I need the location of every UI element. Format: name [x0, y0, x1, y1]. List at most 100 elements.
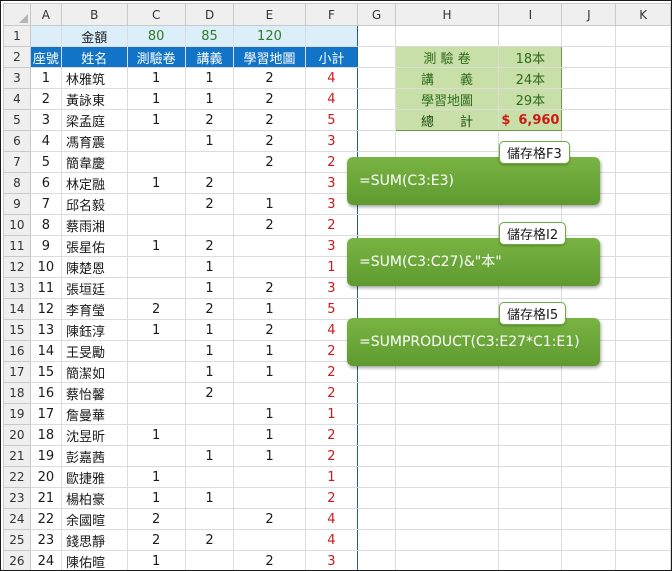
cell[interactable] — [615, 130, 671, 152]
cell[interactable] — [357, 403, 396, 425]
student-name-cell[interactable]: 黃詠東 — [60, 88, 128, 110]
map-cell[interactable]: 2 — [233, 508, 306, 530]
student-name-cell[interactable]: 馮育震 — [60, 130, 128, 152]
cell[interactable] — [615, 319, 671, 341]
row-header[interactable]: 3 — [3, 67, 31, 89]
cell[interactable] — [357, 508, 396, 530]
cell[interactable] — [394, 298, 500, 320]
cell[interactable] — [357, 298, 396, 320]
cell[interactable] — [615, 25, 671, 47]
handout-cell[interactable]: 2 — [184, 109, 235, 131]
table-header-e[interactable]: 學習地圖 — [233, 46, 306, 68]
student-name-cell[interactable]: 李育瑩 — [60, 298, 128, 320]
row-header[interactable]: 12 — [3, 256, 31, 278]
map-cell[interactable] — [233, 172, 306, 194]
cell[interactable] — [615, 67, 671, 89]
handout-cell[interactable]: 2 — [184, 382, 235, 404]
cell[interactable] — [394, 487, 500, 509]
subtotal-cell[interactable]: 5 — [304, 298, 359, 320]
cell[interactable] — [615, 529, 671, 551]
test-paper-cell[interactable]: 1 — [126, 67, 186, 89]
cell[interactable] — [357, 466, 396, 488]
cell[interactable] — [357, 109, 396, 131]
cell[interactable] — [394, 130, 500, 152]
test-paper-cell[interactable]: 1 — [126, 466, 186, 488]
row-header[interactable]: 8 — [3, 172, 31, 194]
test-paper-cell[interactable] — [126, 445, 186, 467]
cell[interactable] — [394, 466, 500, 488]
map-cell[interactable]: 1 — [233, 193, 306, 215]
column-header-a[interactable]: A — [29, 3, 62, 26]
handout-cell[interactable]: 2 — [184, 298, 235, 320]
student-name-cell[interactable]: 張垣廷 — [60, 277, 128, 299]
table-header-c[interactable]: 測驗卷 — [126, 46, 186, 68]
row-header[interactable]: 20 — [3, 424, 31, 446]
column-header-b[interactable]: B — [60, 3, 128, 26]
cell[interactable] — [498, 25, 563, 47]
map-cell[interactable]: 1 — [233, 361, 306, 383]
subtotal-cell[interactable]: 4 — [304, 508, 359, 530]
student-name-cell[interactable]: 蔡雨湘 — [60, 214, 128, 236]
seat-number-cell[interactable]: 23 — [29, 529, 62, 551]
seat-number-cell[interactable]: 10 — [29, 256, 62, 278]
seat-number-cell[interactable]: 15 — [29, 361, 62, 383]
student-name-cell[interactable]: 余國暄 — [60, 508, 128, 530]
cell[interactable] — [561, 214, 617, 236]
student-name-cell[interactable]: 陳鈺淳 — [60, 319, 128, 341]
row-header[interactable]: 5 — [3, 109, 31, 131]
handout-cell[interactable] — [184, 466, 235, 488]
handout-cell[interactable]: 1 — [184, 88, 235, 110]
test-paper-cell[interactable]: 1 — [126, 109, 186, 131]
cell[interactable] — [615, 508, 671, 530]
subtotal-cell[interactable]: 2 — [304, 424, 359, 446]
handout-cell[interactable]: 1 — [184, 67, 235, 89]
test-paper-cell[interactable]: 2 — [126, 508, 186, 530]
summary-label-cell[interactable]: 測 驗 卷 — [394, 46, 500, 68]
handout-cell[interactable] — [184, 403, 235, 425]
cell[interactable] — [615, 277, 671, 299]
map-cell[interactable]: 1 — [233, 445, 306, 467]
student-name-cell[interactable]: 王旻勵 — [60, 340, 128, 362]
cell[interactable] — [615, 235, 671, 257]
map-cell[interactable] — [233, 256, 306, 278]
column-header-c[interactable]: C — [126, 3, 186, 26]
total-value-cell[interactable]: $6,960 — [498, 109, 563, 131]
map-cell[interactable]: 2 — [233, 550, 306, 570]
test-paper-cell[interactable] — [126, 256, 186, 278]
cell[interactable] — [357, 550, 396, 570]
cell[interactable] — [357, 214, 396, 236]
cell[interactable] — [615, 340, 671, 362]
test-paper-cell[interactable]: 1 — [126, 424, 186, 446]
subtotal-cell[interactable]: 2 — [304, 214, 359, 236]
cell[interactable] — [394, 508, 500, 530]
handout-cell[interactable]: 1 — [184, 256, 235, 278]
column-header-e[interactable]: E — [233, 3, 306, 26]
cell[interactable] — [498, 508, 563, 530]
column-header-h[interactable]: H — [394, 3, 500, 26]
cell[interactable] — [357, 46, 396, 68]
row-header[interactable]: 15 — [3, 319, 31, 341]
cell[interactable] — [29, 25, 62, 47]
seat-number-cell[interactable]: 19 — [29, 445, 62, 467]
cell[interactable] — [394, 529, 500, 551]
cell[interactable] — [615, 466, 671, 488]
cell[interactable] — [615, 214, 671, 236]
seat-number-cell[interactable]: 22 — [29, 508, 62, 530]
cell[interactable] — [498, 403, 563, 425]
subtotal-cell[interactable]: 2 — [304, 445, 359, 467]
seat-number-cell[interactable]: 16 — [29, 382, 62, 404]
handout-cell[interactable] — [184, 214, 235, 236]
price-c-cell[interactable]: 80 — [126, 25, 186, 47]
row-header[interactable]: 13 — [3, 277, 31, 299]
student-name-cell[interactable]: 簡潔如 — [60, 361, 128, 383]
row-header[interactable]: 11 — [3, 235, 31, 257]
test-paper-cell[interactable] — [126, 361, 186, 383]
map-cell[interactable]: 1 — [233, 298, 306, 320]
seat-number-cell[interactable]: 7 — [29, 193, 62, 215]
row-header[interactable]: 24 — [3, 508, 31, 530]
seat-number-cell[interactable]: 20 — [29, 466, 62, 488]
cell[interactable] — [561, 508, 617, 530]
cell[interactable] — [561, 88, 617, 110]
test-paper-cell[interactable] — [126, 277, 186, 299]
seat-number-cell[interactable]: 13 — [29, 319, 62, 341]
